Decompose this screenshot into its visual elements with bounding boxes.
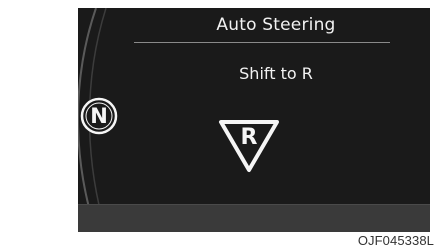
reverse-gear-icon: R [217,118,281,174]
gear-indicator: N [79,96,119,136]
title-divider [134,42,390,43]
cluster-display: Auto Steering Shift to R N R [78,8,430,232]
shift-message: Shift to R [239,64,313,83]
display-title: Auto Steering [216,15,336,35]
bottom-status-band [78,205,430,232]
target-gear-letter: R [240,125,258,150]
figure-code: OJF045338L [357,233,434,248]
current-gear-letter: N [90,104,108,128]
